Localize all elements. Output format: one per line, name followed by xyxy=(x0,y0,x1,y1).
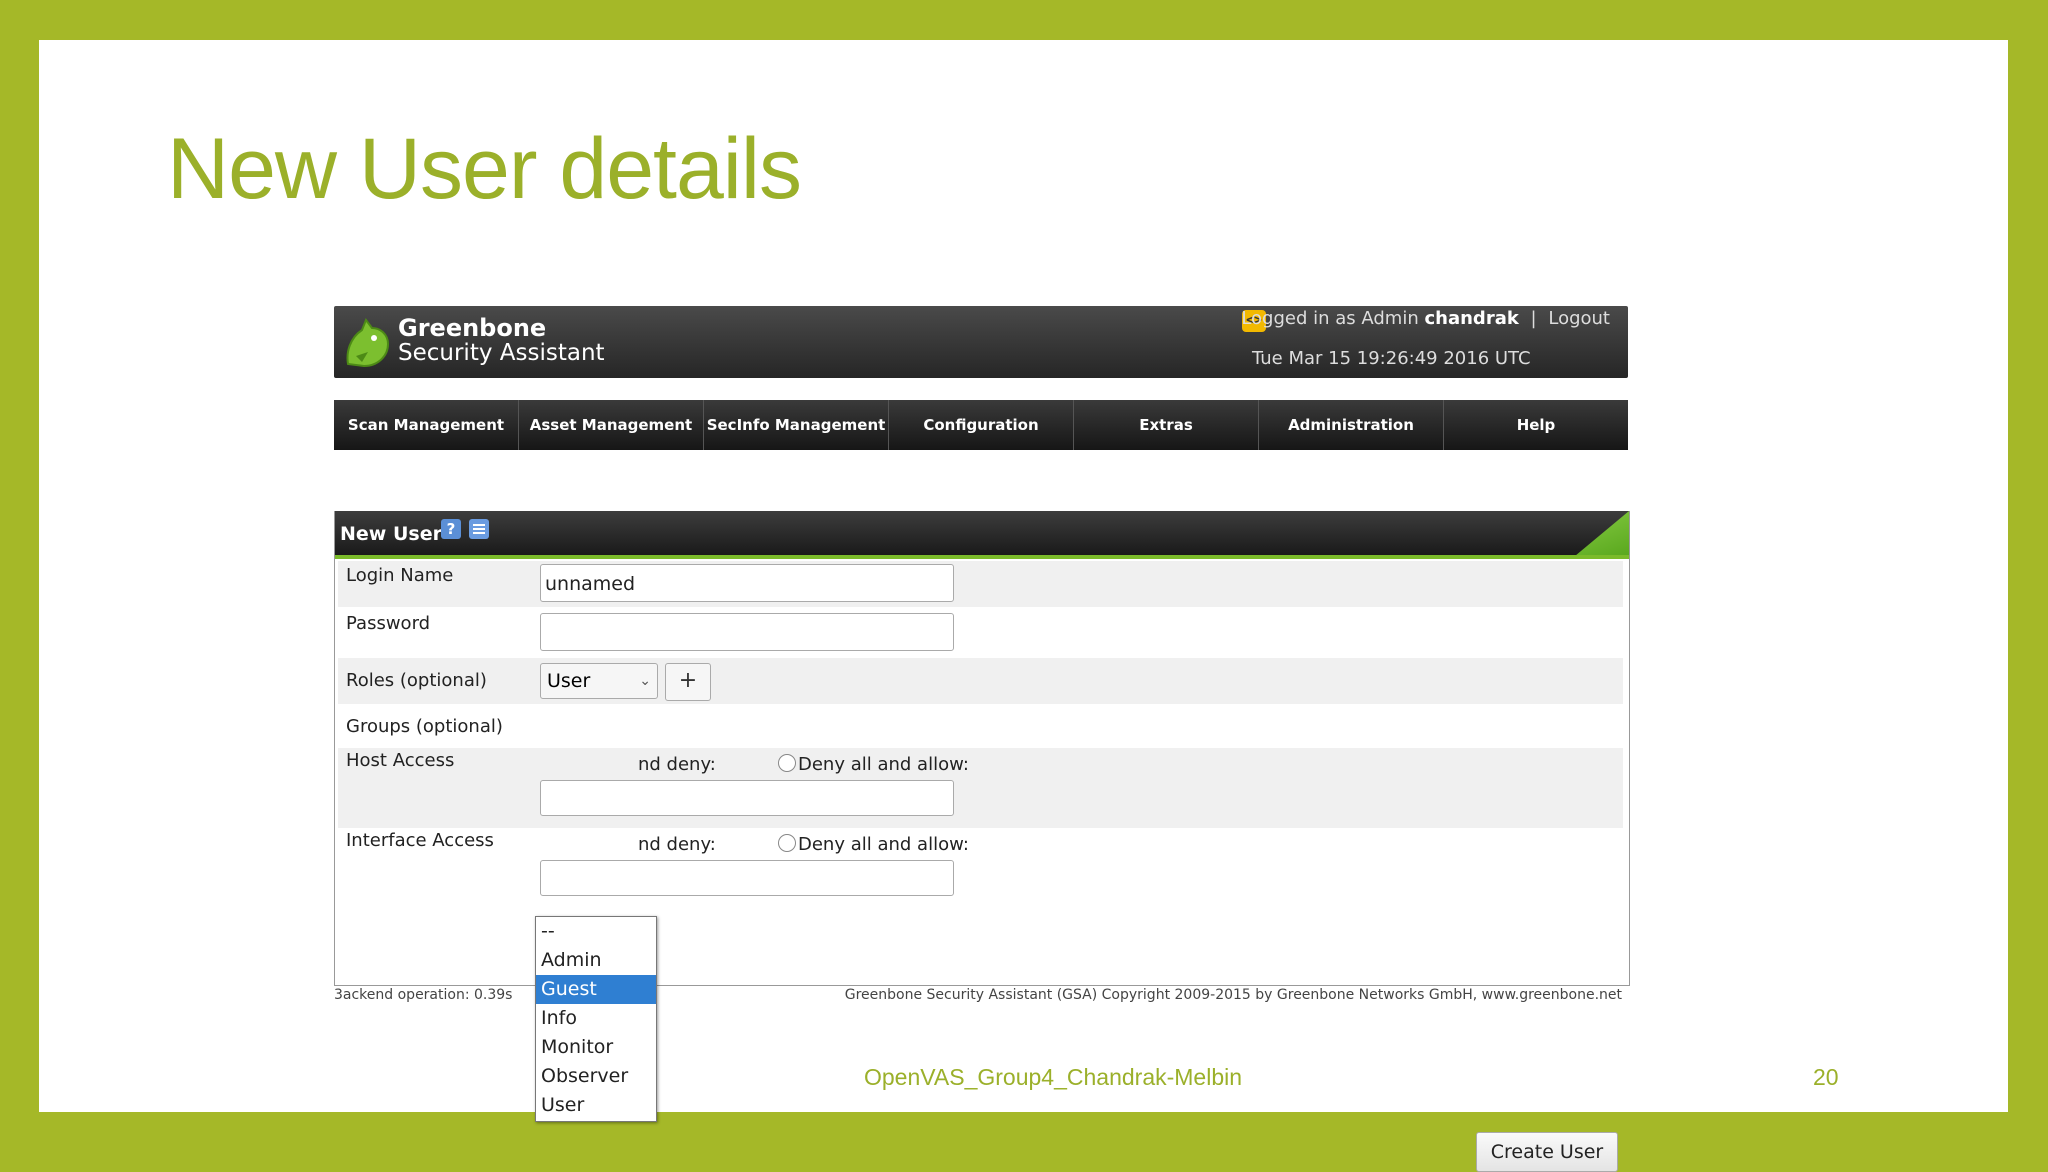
brand-name: Greenbone xyxy=(398,314,547,342)
interface-deny-all-radio[interactable] xyxy=(778,834,796,852)
role-option-monitor[interactable]: Monitor xyxy=(536,1033,656,1062)
host-allow-all-option: nd deny: xyxy=(638,754,716,775)
role-option-info[interactable]: Info xyxy=(536,1004,656,1033)
brand-subtitle: Security Assistant xyxy=(398,340,605,366)
role-option-observer[interactable]: Observer xyxy=(536,1062,656,1091)
slide-title: New User details xyxy=(167,121,802,217)
logged-in-label: Logged in as Admin xyxy=(1241,308,1419,329)
panel-title: New User xyxy=(340,523,442,545)
roles-label: Roles (optional) xyxy=(346,670,487,691)
row-password: Password xyxy=(338,607,1623,655)
gsa-screenshot: Greenbone Security Assistant <> Logged i… xyxy=(334,306,1630,1172)
host-access-input[interactable] xyxy=(540,780,954,816)
nav-configuration[interactable]: Configuration xyxy=(889,400,1074,450)
login-status: Logged in as Admin chandrak | Logout xyxy=(1241,308,1610,329)
roles-selected: User xyxy=(547,670,591,692)
row-interface-access: Interface Access nd deny: Deny all and a… xyxy=(338,828,1623,910)
panel-header: New User ? xyxy=(335,511,1629,559)
interface-deny-all-option[interactable]: Deny all and allow: xyxy=(778,834,969,855)
separator: | xyxy=(1530,308,1537,329)
backend-status: 3ackend operation: 0.39s xyxy=(334,987,513,1003)
host-deny-all-radio[interactable] xyxy=(778,754,796,772)
logout-link[interactable]: Logout xyxy=(1548,308,1610,329)
role-option-user[interactable]: User xyxy=(536,1091,656,1120)
roles-select[interactable]: User ⌄ xyxy=(540,663,658,699)
nav-scan-management[interactable]: Scan Management xyxy=(334,400,519,450)
list-icon[interactable] xyxy=(469,519,489,539)
interface-access-label: Interface Access xyxy=(346,830,494,851)
copyright: Greenbone Security Assistant (GSA) Copyr… xyxy=(844,987,1622,1003)
app-header: Greenbone Security Assistant <> Logged i… xyxy=(334,306,1628,378)
roles-dropdown-list: -- Admin Guest Info Monitor Observer Use… xyxy=(535,916,657,1122)
interface-allow-all-option: nd deny: xyxy=(638,834,716,855)
row-login-name: Login Name unnamed xyxy=(338,561,1623,607)
groups-label: Groups (optional) xyxy=(346,716,503,737)
greenbone-logo-icon xyxy=(342,316,394,370)
role-option-guest[interactable]: Guest xyxy=(536,975,656,1004)
main-nav: Scan Management Asset Management SecInfo… xyxy=(334,400,1628,450)
interface-deny-all-label: Deny all and allow: xyxy=(798,834,969,855)
row-host-access: Host Access nd deny: Deny all and allow: xyxy=(338,748,1623,828)
row-groups: Groups (optional) xyxy=(338,704,1623,748)
password-label: Password xyxy=(346,613,431,634)
login-name-input[interactable]: unnamed xyxy=(540,564,954,602)
help-icon[interactable]: ? xyxy=(441,519,461,539)
page-number: 20 xyxy=(1813,1064,1839,1090)
nav-extras[interactable]: Extras xyxy=(1074,400,1259,450)
username: chandrak xyxy=(1424,308,1519,329)
nav-secinfo-management[interactable]: SecInfo Management xyxy=(704,400,889,450)
role-option-admin[interactable]: Admin xyxy=(536,946,656,975)
panel-corner-decoration xyxy=(1576,511,1629,555)
create-user-button[interactable]: Create User xyxy=(1476,1132,1618,1172)
nav-administration[interactable]: Administration xyxy=(1259,400,1444,450)
interface-access-input[interactable] xyxy=(540,860,954,896)
slide-footer: OpenVAS_Group4_Chandrak-Melbin xyxy=(864,1064,1243,1090)
password-input[interactable] xyxy=(540,613,954,651)
host-deny-all-option[interactable]: Deny all and allow: xyxy=(778,754,969,775)
host-access-label: Host Access xyxy=(346,750,455,771)
datetime: Tue Mar 15 19:26:49 2016 UTC xyxy=(1252,348,1531,369)
role-option-none[interactable]: -- xyxy=(536,917,656,946)
host-deny-all-label: Deny all and allow: xyxy=(798,754,969,775)
add-role-button[interactable]: + xyxy=(665,663,711,701)
row-roles: Roles (optional) User ⌄ + xyxy=(338,658,1623,704)
new-user-panel: New User ? Login Name unnamed Password R… xyxy=(334,511,1630,1172)
login-name-label: Login Name xyxy=(346,565,454,586)
nav-asset-management[interactable]: Asset Management xyxy=(519,400,704,450)
chevron-down-icon: ⌄ xyxy=(639,673,651,689)
nav-help[interactable]: Help xyxy=(1444,400,1628,450)
